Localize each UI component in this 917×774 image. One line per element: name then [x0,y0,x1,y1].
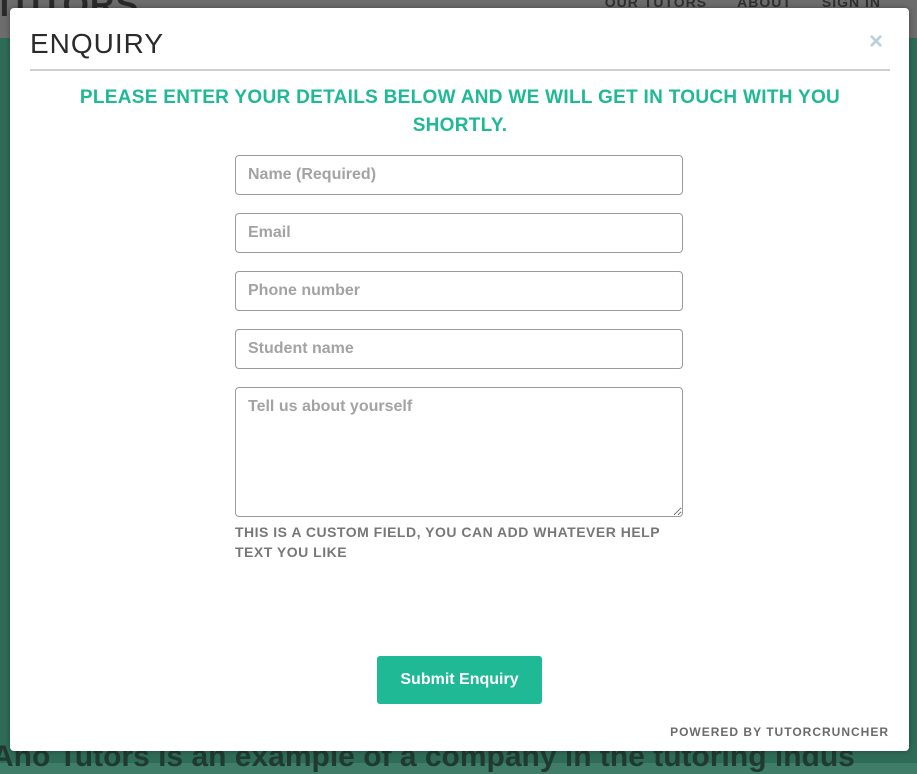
about-textarea[interactable] [235,387,683,517]
phone-field[interactable] [235,271,683,311]
enquiry-modal: ENQUIRY × PLEASE ENTER YOUR DETAILS BELO… [10,8,909,751]
powered-by-text: POWERED BY TUTORCRUNCHER [670,725,889,739]
student-name-field[interactable] [235,329,683,369]
custom-field-help-text: THIS IS A CUSTOM FIELD, YOU CAN ADD WHAT… [235,524,660,560]
title-divider [30,69,890,71]
submit-enquiry-button[interactable]: Submit Enquiry [377,656,542,704]
modal-title: ENQUIRY [30,28,165,59]
captcha-area [300,583,620,653]
email-field[interactable] [235,213,683,253]
close-icon[interactable]: × [869,30,883,54]
name-field[interactable] [235,155,683,195]
intro-text: PLEASE ENTER YOUR DETAILS BELOW AND WE W… [79,87,841,136]
